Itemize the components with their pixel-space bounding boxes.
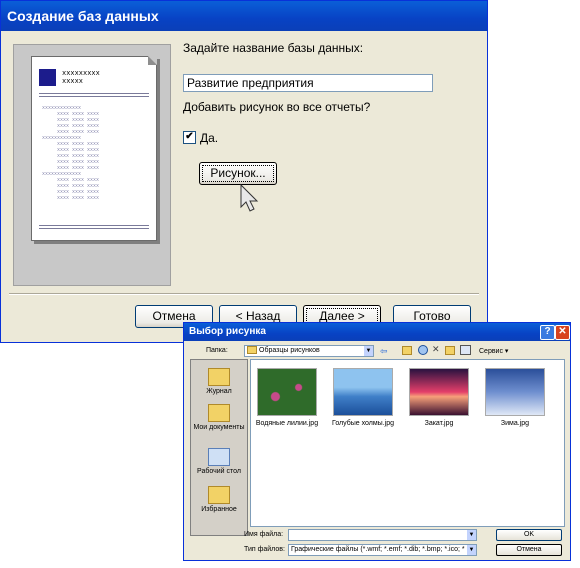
preview-text-block: xxxxxxxxxxxxx xxxx xxxx xxxx xxxx xxxx x… <box>42 105 100 201</box>
db-name-prompt: Задайте название базы данных: <box>183 41 364 55</box>
chevron-down-icon: ▼ <box>467 545 476 555</box>
new-folder-icon[interactable] <box>445 346 455 355</box>
database-wizard-window: Создание баз данных xxxxxxxxx xxxxx xxxx… <box>0 0 488 343</box>
folder-icon <box>247 346 257 355</box>
place-desktop[interactable]: Рабочий стол <box>191 448 247 476</box>
report-header-placeholder: xxxxxxxxx xxxxx <box>62 70 100 86</box>
file-thumbnail <box>409 368 469 416</box>
back-arrow-icon[interactable]: ⇦ <box>380 346 388 357</box>
file-name: Закат.jpg <box>424 420 454 427</box>
dialog-cancel-button[interactable]: Отмена <box>496 544 562 556</box>
header-line-2: xxxxx <box>62 78 84 86</box>
header-line-1: xxxxxxxxx <box>62 70 100 78</box>
folder-select[interactable]: Образцы рисунков ▼ <box>244 345 374 357</box>
close-button[interactable]: ✕ <box>555 325 570 340</box>
report-logo-placeholder <box>39 69 56 86</box>
filetype-select[interactable]: Графические файлы (*.wmf; *.emf; *.dib; … <box>288 544 477 556</box>
chevron-down-icon: ▼ <box>364 346 373 356</box>
filename-label: Имя файла: <box>244 531 284 538</box>
preview-rule <box>39 93 149 94</box>
file-item[interactable]: Водяные лилии.jpg <box>255 368 319 427</box>
filetype-label: Тип файлов: <box>244 546 285 553</box>
help-button[interactable]: ? <box>540 325 555 340</box>
preview-rule <box>39 228 149 229</box>
file-item[interactable]: Закат.jpg <box>407 368 471 427</box>
folder-value: Образцы рисунков <box>259 347 320 354</box>
ok-button[interactable]: OK <box>496 529 562 541</box>
filetype-value: Графические файлы (*.wmf; *.emf; *.dib; … <box>291 546 465 553</box>
places-bar: Журнал Мои документы Рабочий стол Избран… <box>190 359 248 536</box>
preview-rule <box>39 225 149 226</box>
desktop-icon <box>208 448 230 466</box>
file-list[interactable]: Водяные лилии.jpg Голубые холмы.jpg Зака… <box>250 359 565 527</box>
delete-icon[interactable]: ✕ <box>432 344 440 355</box>
tools-label: Сервис <box>479 348 503 355</box>
button-separator <box>9 293 479 295</box>
file-thumbnail <box>333 368 393 416</box>
page-fold-corner <box>148 56 157 65</box>
tools-menu[interactable]: Сервис ▾ <box>479 347 508 355</box>
up-folder-icon[interactable] <box>402 346 412 355</box>
place-favorites[interactable]: Избранное <box>191 486 247 514</box>
mouse-pointer-icon <box>240 183 259 212</box>
views-icon[interactable] <box>460 345 471 355</box>
place-label: Журнал <box>206 388 232 395</box>
place-label: Рабочий стол <box>197 468 241 475</box>
picture-button[interactable]: Рисунок... <box>199 162 277 185</box>
filename-input[interactable]: ▼ <box>288 529 477 541</box>
report-preview-panel: xxxxxxxxx xxxxx xxxxxxxxxxxxx xxxx xxxx … <box>13 44 171 286</box>
file-name: Голубые холмы.jpg <box>332 420 394 427</box>
file-thumbnail <box>257 368 317 416</box>
report-preview-page: xxxxxxxxx xxxxx xxxxxxxxxxxxx xxxx xxxx … <box>31 56 157 241</box>
place-label: Избранное <box>201 506 237 513</box>
preview-rule <box>39 96 149 97</box>
add-picture-checkbox-label[interactable]: Да. <box>200 131 218 145</box>
wizard-title[interactable]: Создание баз данных <box>1 1 487 31</box>
file-item[interactable]: Голубые холмы.jpg <box>331 368 395 427</box>
search-web-icon[interactable] <box>418 345 428 355</box>
chevron-down-icon: ▼ <box>467 530 476 540</box>
add-picture-checkbox[interactable]: ✔ <box>183 131 196 144</box>
history-icon <box>208 368 230 386</box>
dialog-title[interactable]: Выбор рисунка <box>184 323 570 341</box>
my-documents-icon <box>208 404 230 422</box>
file-name: Зима.jpg <box>500 420 530 427</box>
add-picture-prompt: Добавить рисунок во все отчеты? <box>183 100 371 114</box>
select-picture-dialog: Выбор рисунка ? ✕ Папка: Образцы рисунко… <box>183 322 571 561</box>
favorites-icon <box>208 486 230 504</box>
file-thumbnail <box>485 368 545 416</box>
folder-label: Папка: <box>206 347 228 354</box>
place-label: Мои документы <box>193 424 245 431</box>
file-item[interactable]: Зима.jpg <box>483 368 547 427</box>
place-my-documents[interactable]: Мои документы <box>191 404 247 432</box>
file-name: Водяные лилии.jpg <box>255 420 319 427</box>
place-history[interactable]: Журнал <box>191 368 247 396</box>
db-name-input[interactable]: Развитие предприятия <box>183 74 433 92</box>
